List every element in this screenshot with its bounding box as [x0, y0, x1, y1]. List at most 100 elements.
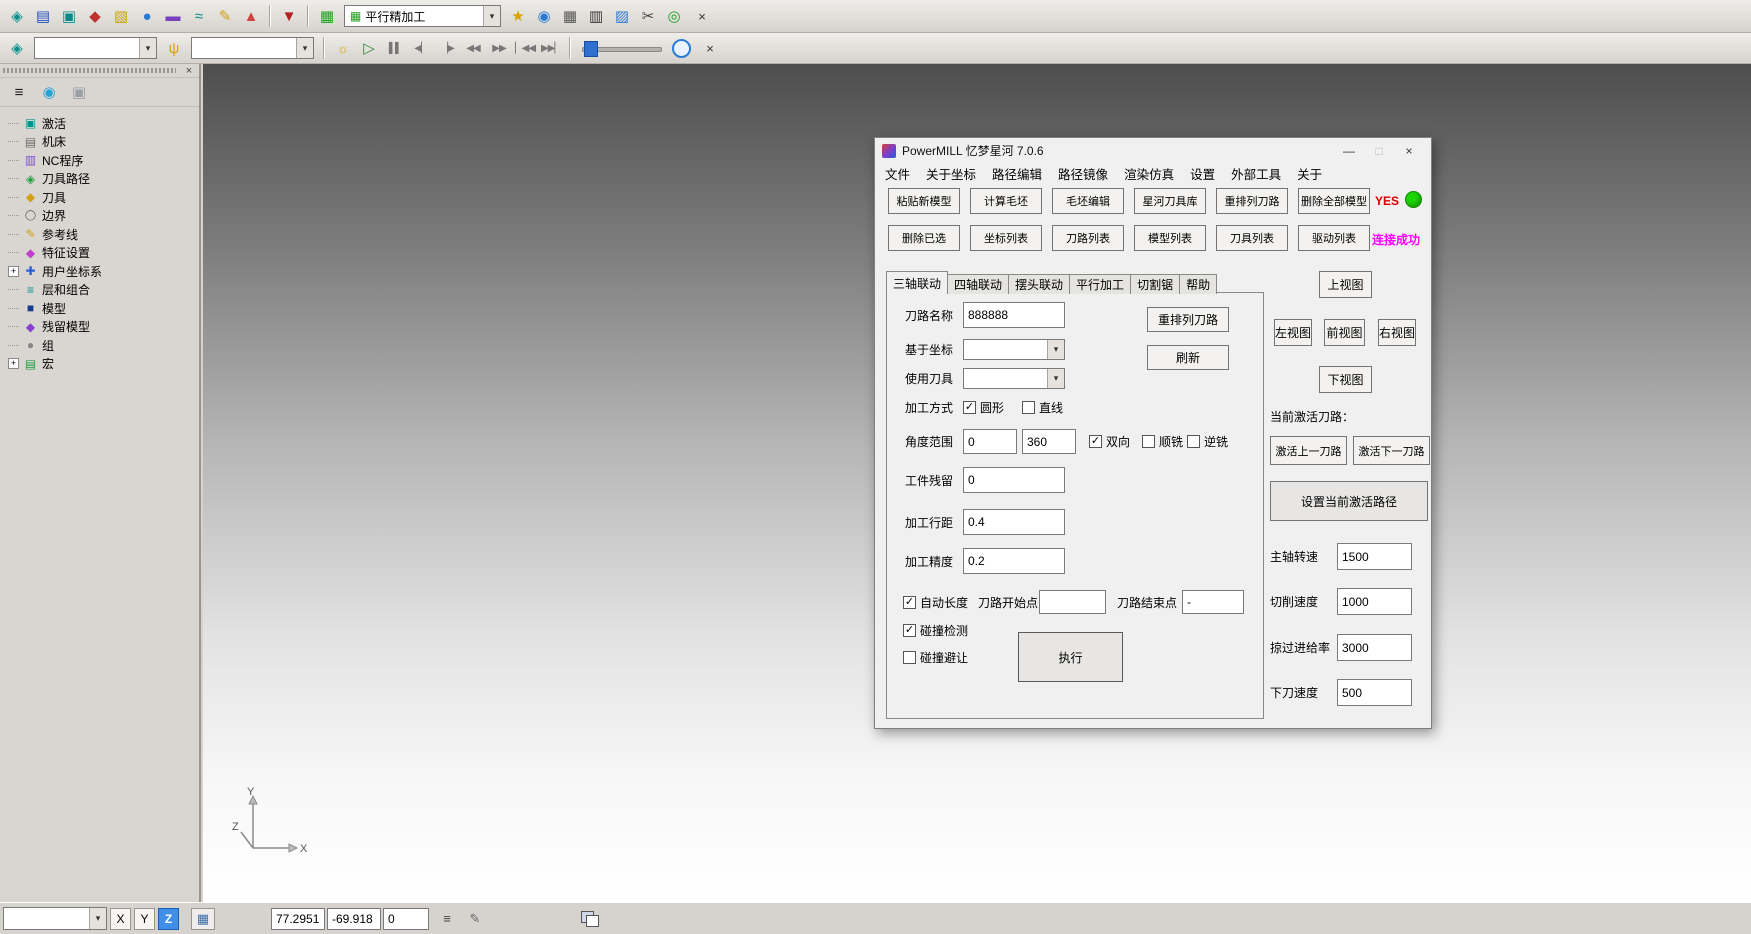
tool-list-button[interactable]: 刀具列表 [1216, 225, 1288, 251]
clock-icon[interactable] [672, 39, 691, 58]
workplane-list-button[interactable]: 坐标列表 [970, 225, 1042, 251]
cutting-feed-input[interactable] [1337, 588, 1412, 615]
panel-grip[interactable] [3, 68, 176, 73]
menu-coords[interactable]: 关于坐标 [918, 164, 984, 183]
rearrange-button[interactable]: 重排列刀路 [1147, 307, 1229, 332]
globe-icon[interactable]: ◉ [38, 81, 60, 103]
use-tool-combobox[interactable]: ▾ [963, 368, 1065, 389]
dialog-titlebar[interactable]: PowerMILL 忆梦星河 7.0.6 — □ × [875, 138, 1431, 163]
front-view-button[interactable]: 前视图 [1324, 319, 1365, 346]
fork-icon[interactable]: ψ [162, 36, 186, 60]
simulation-speed-slider[interactable] [582, 40, 662, 56]
tool-combobox[interactable]: ▾ [191, 37, 314, 59]
set-active-path-button[interactable]: 设置当前激活路径 [1270, 481, 1428, 521]
edit-block-button[interactable]: 毛坯编辑 [1052, 188, 1124, 214]
rearrange-toolpaths-button[interactable]: 重排列刀路 [1216, 188, 1288, 214]
menu-external-tools[interactable]: 外部工具 [1223, 164, 1289, 183]
tab-4axis[interactable]: 四轴联动 [947, 274, 1009, 294]
sidebar-item-workplanes[interactable]: ✚用户坐标系 [4, 262, 197, 281]
minimize-button[interactable]: — [1334, 140, 1364, 162]
workplane-combobox[interactable]: ▾ [963, 339, 1065, 360]
plane-icon[interactable]: ▬ [161, 4, 185, 28]
left-view-button[interactable]: 左视图 [1274, 319, 1312, 346]
auto-length-checkbox[interactable]: 自动长度 [903, 594, 968, 611]
plunge-feed-input[interactable] [1337, 679, 1412, 706]
expand-icon[interactable] [8, 266, 19, 277]
stats-icon[interactable]: ▨ [610, 4, 634, 28]
sidebar-item-levels-sets[interactable]: ≡层和组合 [4, 281, 197, 300]
window-pair-icon[interactable] [581, 911, 599, 926]
menu-settings[interactable]: 设置 [1182, 164, 1223, 183]
drive-list-button[interactable]: 驱动列表 [1298, 225, 1370, 251]
curve-icon[interactable]: ≈ [187, 4, 211, 28]
tolerance-input[interactable] [963, 548, 1065, 574]
toolbar-close-icon[interactable]: × [701, 39, 719, 57]
sidebar-item-activate[interactable]: ▣激活 [4, 114, 197, 133]
delete-selected-button[interactable]: 删除已选 [888, 225, 960, 251]
stepover-input[interactable] [963, 509, 1065, 535]
stock-allowance-input[interactable] [963, 467, 1065, 493]
skip-end-icon[interactable]: ▶▶▏ [539, 36, 563, 60]
right-view-button[interactable]: 右视图 [1378, 319, 1416, 346]
tab-3axis[interactable]: 三轴联动 [886, 271, 948, 294]
hierarchy-icon[interactable]: ≡ [8, 81, 30, 103]
execute-button[interactable]: 执行 [1018, 632, 1123, 682]
tab-help[interactable]: 帮助 [1179, 274, 1217, 294]
delete-all-models-button[interactable]: 删除全部模型 [1298, 188, 1370, 214]
coordinate-y-input[interactable] [327, 908, 381, 930]
tool-library-button[interactable]: 星河刀具库 [1134, 188, 1206, 214]
tab-parallel[interactable]: 平行加工 [1069, 274, 1131, 294]
block-icon[interactable]: ▧ [109, 4, 133, 28]
rewind-icon[interactable]: ◀◀ [461, 36, 485, 60]
bulb-icon[interactable]: ☼ [331, 36, 355, 60]
tool-star-icon[interactable]: ★ [506, 4, 530, 28]
calculator-icon[interactable]: ▥ [584, 4, 608, 28]
menu-simulate[interactable]: 渲染仿真 [1116, 164, 1182, 183]
conventional-checkbox[interactable]: 逆铣 [1187, 433, 1228, 450]
sidebar-item-feature-sets[interactable]: ◆特征设置 [4, 244, 197, 263]
collision-avoid-checkbox[interactable]: 碰撞避让 [903, 649, 968, 666]
coordinate-z-input[interactable] [383, 908, 429, 930]
step-forward-icon[interactable]: ▕▶ [435, 36, 459, 60]
shield-icon[interactable]: ▣ [68, 81, 90, 103]
maximize-button[interactable]: □ [1364, 140, 1394, 162]
tab-tilt-head[interactable]: 摆头联动 [1008, 274, 1070, 294]
measure-icon[interactable]: ✎ [213, 4, 237, 28]
sidebar-item-models[interactable]: ■模型 [4, 299, 197, 318]
toolbar-close-icon[interactable]: × [693, 7, 711, 25]
grid-icon[interactable]: ▦ [558, 4, 582, 28]
toolpath-combobox[interactable]: ▾ [34, 37, 157, 59]
skip-start-icon[interactable]: ▏◀◀ [513, 36, 537, 60]
activate-next-button[interactable]: 激活下一刀路 [1353, 436, 1430, 465]
z-axis-button[interactable]: Z [158, 908, 179, 930]
simulate-icon[interactable]: ◉ [532, 4, 556, 28]
shade-icon[interactable]: ▼ [277, 4, 301, 28]
step-back-icon[interactable]: ◀▏ [409, 36, 433, 60]
coordinate-x-input[interactable] [271, 908, 325, 930]
pause-icon[interactable]: ▌▌ [383, 36, 407, 60]
pointer-icon[interactable]: ✎ [465, 909, 485, 929]
start-point-input[interactable] [1039, 590, 1106, 614]
toolpath-name-input[interactable] [963, 302, 1065, 328]
sidebar-item-stock-models[interactable]: ◆残留模型 [4, 318, 197, 337]
menu-about[interactable]: 关于 [1289, 164, 1330, 183]
x-axis-button[interactable]: X [110, 908, 131, 930]
search-icon[interactable]: ◎ [662, 4, 686, 28]
status-combobox[interactable]: ▾ [3, 907, 107, 930]
collision-check-checkbox[interactable]: 碰撞检测 [903, 622, 968, 639]
y-axis-button[interactable]: Y [134, 908, 155, 930]
bidirectional-checkbox[interactable]: 双向 [1089, 433, 1130, 450]
circle-checkbox[interactable]: 圆形 [963, 399, 1004, 416]
save-icon[interactable]: ▤ [31, 4, 55, 28]
toolpath-list-button[interactable]: 刀路列表 [1052, 225, 1124, 251]
angle-min-input[interactable] [963, 429, 1017, 454]
slider-handle[interactable] [584, 41, 598, 57]
grid-toggle-icon[interactable]: ▦ [191, 908, 215, 930]
spindle-speed-input[interactable] [1337, 543, 1412, 570]
panel-close-icon[interactable]: × [182, 65, 196, 77]
refresh-button[interactable]: 刷新 [1147, 345, 1229, 370]
strategy-icon[interactable]: ▦ [315, 4, 339, 28]
skim-feed-input[interactable] [1337, 634, 1412, 661]
close-button[interactable]: × [1394, 140, 1424, 162]
app-icon[interactable]: ◈ [5, 36, 29, 60]
